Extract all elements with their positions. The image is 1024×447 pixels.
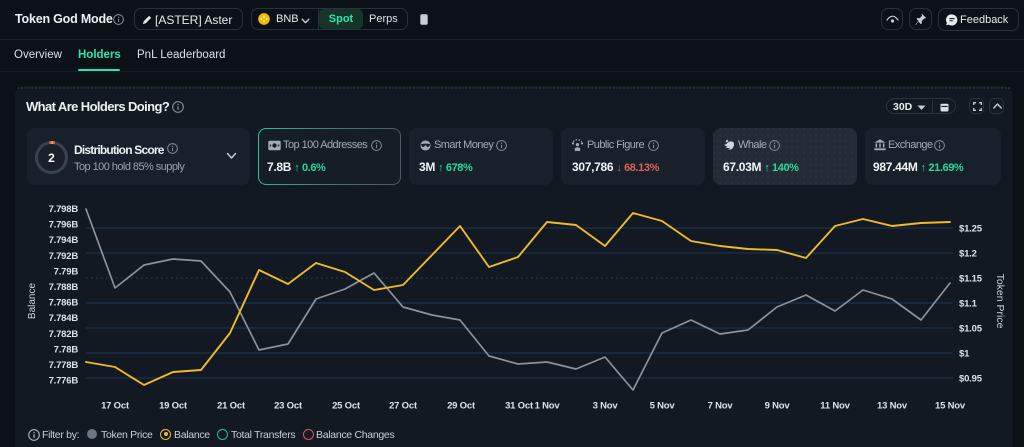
svg-text:1 Nov: 1 Nov (535, 401, 561, 412)
svg-text:19 Oct: 19 Oct (159, 401, 188, 412)
svg-text:7.78B: 7.78B (54, 344, 79, 355)
svg-text:13 Nov: 13 Nov (877, 401, 908, 412)
svg-text:7 Nov: 7 Nov (708, 401, 734, 412)
svg-text:15 Nov: 15 Nov (935, 401, 966, 412)
svg-text:7.792B: 7.792B (49, 251, 79, 262)
svg-text:7.784B: 7.784B (49, 313, 79, 324)
svg-text:7.782B: 7.782B (49, 329, 79, 340)
svg-text:11 Nov: 11 Nov (820, 401, 850, 412)
svg-text:7.798B: 7.798B (49, 204, 79, 215)
svg-text:31 Oct: 31 Oct (505, 401, 534, 412)
svg-text:21 Oct: 21 Oct (217, 401, 246, 412)
svg-text:9 Nov: 9 Nov (765, 401, 791, 412)
svg-text:7.786B: 7.786B (49, 298, 79, 309)
svg-text:7.776B: 7.776B (49, 376, 79, 387)
svg-text:5 Nov: 5 Nov (650, 401, 676, 412)
svg-text:25 Oct: 25 Oct (332, 401, 361, 412)
svg-text:7.794B: 7.794B (49, 235, 79, 246)
svg-text:3 Nov: 3 Nov (593, 401, 619, 412)
svg-text:$1.1: $1.1 (959, 299, 978, 310)
svg-text:7.778B: 7.778B (49, 360, 79, 371)
svg-text:$1.25: $1.25 (959, 224, 983, 235)
svg-text:7.796B: 7.796B (49, 220, 79, 231)
svg-text:$1.2: $1.2 (959, 249, 977, 260)
svg-text:$0.95: $0.95 (959, 374, 983, 385)
svg-text:$1: $1 (959, 349, 970, 360)
svg-text:7.788B: 7.788B (49, 282, 79, 293)
svg-text:Token Price: Token Price (994, 274, 1006, 329)
svg-text:27 Oct: 27 Oct (389, 401, 418, 412)
svg-text:29 Oct: 29 Oct (447, 401, 476, 412)
svg-text:$1.05: $1.05 (959, 324, 983, 335)
svg-text:23 Oct: 23 Oct (274, 401, 303, 412)
svg-text:7.79B: 7.79B (54, 266, 79, 277)
svg-text:$1.15: $1.15 (959, 274, 983, 285)
svg-text:17 Oct: 17 Oct (101, 401, 130, 412)
svg-text:Balance: Balance (27, 282, 38, 319)
